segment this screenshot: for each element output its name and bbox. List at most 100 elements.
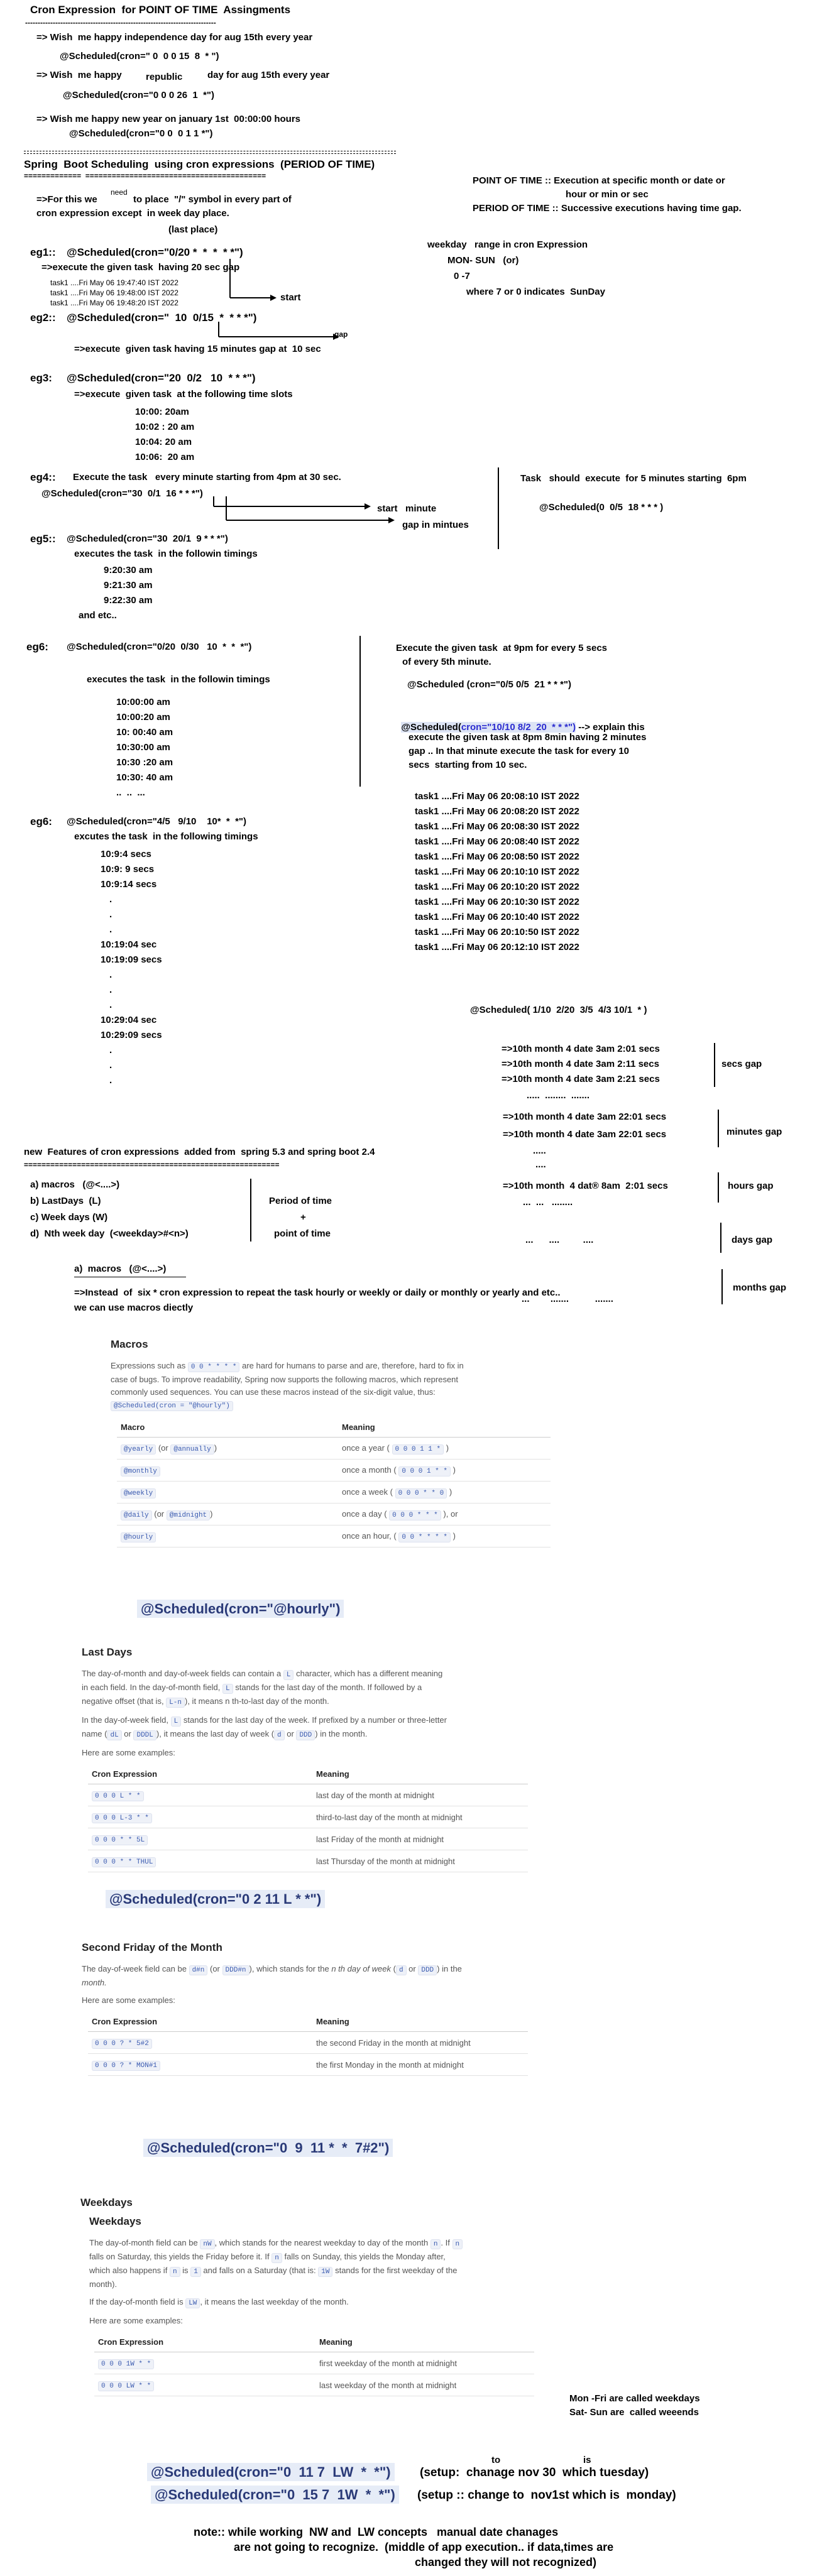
text: or: [287, 1729, 294, 1738]
eg6-label: eg6:: [26, 641, 48, 653]
macros-table: Macro Meaning @yearly (or @annually) once…: [117, 1417, 551, 1547]
code: 1: [190, 2267, 201, 2277]
nth-weekday-example-code: @Scheduled(cron="0 9 11 * * 7#2"): [143, 2139, 393, 2157]
column-header: Meaning: [338, 1417, 551, 1438]
code: n: [169, 2267, 180, 2277]
table-row: 0 0 0 ? * MON#1 the first Monday in the m…: [88, 2053, 528, 2076]
feature-item: c) Week days (W): [30, 1212, 108, 1223]
meaning-cell: once a day ( 0 0 0 * * * ), or: [338, 1503, 551, 1525]
column-header: Meaning: [312, 2012, 528, 2032]
independence-cron: @Scheduled(cron=" 0 0 0 15 8 * "): [60, 51, 219, 62]
weekdays-table: Cron Expression Meaning 0 0 0 1W * * firs…: [94, 2332, 534, 2396]
code: 0 0 0 1 * *: [398, 1466, 451, 1476]
code: 0 0 0 ? * MON#1: [92, 2061, 161, 2071]
secs-gap-label: secs gap: [721, 1059, 762, 1069]
meaning-cell: last day of the month at midnight: [312, 1784, 528, 1806]
separator: [718, 1110, 719, 1147]
period-of-time-def: PERIOD OF TIME :: Successive executions …: [473, 203, 742, 214]
meaning-cell: once an hour, ( 0 0 * * * * ): [338, 1525, 551, 1547]
macros-title: Macros: [111, 1338, 148, 1350]
text: (or: [210, 1964, 220, 1973]
table-row: 0 0 0 * * 5L last Friday of the month at …: [88, 1828, 528, 1850]
code: LW: [185, 2298, 200, 2308]
text: stands for the first weekday of the: [335, 2266, 458, 2275]
code: @midnight: [166, 1510, 211, 1520]
eg6b-time: .: [109, 1075, 112, 1086]
text: , which stands for the nearest weekday t…: [214, 2238, 429, 2247]
eg6b-time: .: [109, 894, 112, 905]
period-point-1: Period of time: [269, 1196, 332, 1206]
eg6b-time: 10:9:4 secs: [101, 849, 151, 860]
weekday-range: weekday range in cron Expression: [427, 239, 588, 250]
text: ): [446, 1443, 449, 1453]
section-title: Spring Boot Scheduling using cron expres…: [24, 158, 375, 170]
second-friday-table: Cron Expression Meaning 0 0 0 ? * 5#2 the…: [88, 2012, 528, 2076]
eg4-arrows: [213, 496, 395, 523]
eg6b-desc: excutes the task in the following timing…: [74, 831, 258, 842]
code: 1W: [318, 2267, 333, 2277]
republic-text-b: republic: [146, 72, 183, 82]
weekdays-subtitle: Weekdays: [89, 2215, 141, 2227]
eg6b-time: 10:29:04 sec: [101, 1015, 157, 1025]
separator: [714, 1043, 715, 1087]
code: @annually: [170, 1444, 214, 1454]
text: , it means the last weekday of the month…: [200, 2297, 349, 2306]
column-header: Meaning: [315, 2332, 534, 2352]
table-row: @weekly once a week ( 0 0 0 * * 0 ): [117, 1481, 551, 1504]
text: ), it means n th-to-last day of the mont…: [185, 1696, 329, 1706]
weekday-range-2: MON- SUN (or): [447, 255, 519, 266]
table-row: @monthly once a month ( 0 0 0 1 * * ): [117, 1459, 551, 1482]
text: ): [452, 1465, 456, 1475]
column-header: Cron Expression: [88, 2012, 312, 2032]
point-of-time-def-2: hour or min or sec: [566, 189, 649, 200]
text: In the day-of-week field,: [82, 1715, 169, 1725]
weekend-note: Sat- Sun are called weeends: [569, 2407, 699, 2418]
meaning-cell: the first Monday in the month at midnigh…: [312, 2053, 528, 2076]
section-underline: ============= ==========================…: [24, 172, 266, 180]
eg1-label: eg1::: [30, 246, 56, 258]
task-log-line: task1 ....Fri May 06 20:10:40 IST 2022: [415, 912, 579, 922]
divider: [24, 153, 396, 154]
table-row: @hourly once an hour, ( 0 0 * * * * ): [117, 1525, 551, 1547]
secs-gap-line: =>10th month 4 date 3am 2:21 secs: [502, 1074, 660, 1084]
mins-dots: .....: [533, 1145, 546, 1156]
table-row: 0 0 0 LW * * last weekday of the month at…: [94, 2374, 534, 2396]
macro-cell: @yearly (or @annually): [117, 1437, 338, 1460]
eg6-time: 10:30: 40 am: [116, 772, 173, 783]
text: is: [182, 2266, 189, 2275]
second-friday-paragraph: The day-of-week field can be d#n (or DDD…: [82, 1964, 462, 1987]
hours-gap-line: =>10th month 4 dat® 8am 2:01 secs: [503, 1181, 668, 1191]
text: which also happens if: [89, 2266, 168, 2275]
examples-label: Here are some examples:: [82, 1748, 175, 1757]
task-log-line: task1 ....Fri May 06 20:12:10 IST 2022: [415, 942, 579, 952]
weekday-range-4: where 7 or 0 indicates SunDay: [466, 287, 605, 297]
code: dL: [107, 1730, 122, 1740]
weekday-range-3: 0 -7: [454, 271, 470, 281]
column-header: Cron Expression: [94, 2332, 315, 2352]
task-log-line: task1 ....Fri May 06 20:10:50 IST 2022: [415, 927, 579, 937]
text: once a day (: [342, 1509, 387, 1519]
code: 0 0 0 1 1 *: [392, 1444, 444, 1454]
eg9pm-desc-2: of every 5th minute.: [402, 657, 491, 667]
eg6b-time: .: [109, 969, 112, 980]
code: 0 0 0 * * *: [389, 1510, 441, 1520]
eg1-desc: =>execute the given task having 20 sec g…: [41, 262, 240, 273]
for-this-c: cron expression except in week day place…: [36, 208, 229, 219]
table-row: 0 0 0 ? * 5#2 the second Friday in the mo…: [88, 2031, 528, 2054]
text: ): [449, 1487, 452, 1497]
eg9pm-desc: Execute the given task at 9pm for every …: [396, 643, 607, 653]
text: ) in the month.: [315, 1729, 368, 1738]
meaning-cell: last Thursday of the month at midnight: [312, 1850, 528, 1872]
text: falls on Sunday, this yields the Monday …: [284, 2252, 446, 2261]
table-row: @yearly (or @annually) once a year ( 0 0 …: [117, 1437, 551, 1460]
explain-desc: execute the given task at 8pm 8min havin…: [409, 732, 647, 743]
text: or: [124, 1729, 131, 1738]
code: 0 0 * * * *: [398, 1532, 451, 1542]
text: case of bugs. To improve readability, Sp…: [111, 1375, 459, 1384]
task-log-line: task1 ....Fri May 06 20:10:10 IST 2022: [415, 866, 579, 877]
eg6b-time: .: [109, 985, 112, 995]
eg6b-time: .: [109, 1000, 112, 1010]
code: L: [170, 1716, 182, 1727]
eg6-cron: @Scheduled(cron="0/20 0/30 10 * * *"): [67, 641, 252, 652]
macros-doc: Macros Expressions such as 0 0 * * * * a…: [111, 1338, 551, 1547]
